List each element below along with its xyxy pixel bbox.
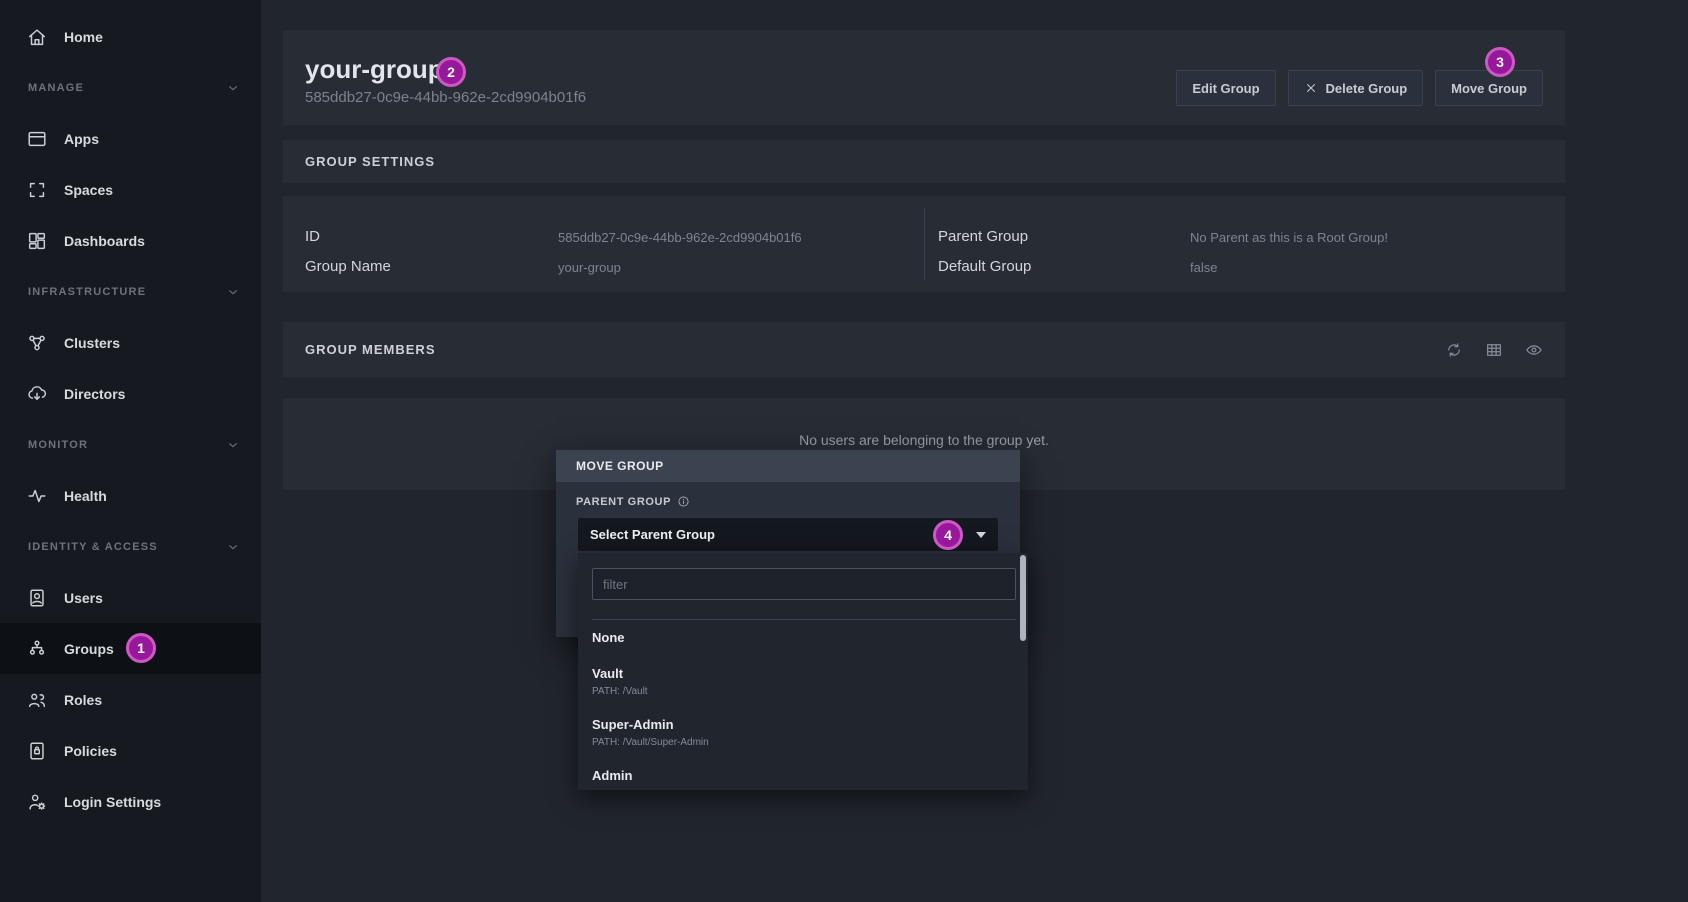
parent-group-value: No Parent as this is a Root Group! — [1190, 229, 1388, 247]
chevron-down-icon — [225, 539, 241, 555]
option-none[interactable]: None — [578, 620, 1028, 656]
app-root: Home MANAGE Apps Spaces Dashboards INFRA… — [0, 0, 1688, 902]
id-label: ID — [305, 227, 320, 247]
sidebar-item-users[interactable]: Users — [0, 572, 261, 623]
chevron-down-icon — [225, 437, 241, 453]
close-icon — [1304, 81, 1318, 95]
login-settings-icon — [26, 791, 48, 813]
group-settings-title: GROUP SETTINGS — [305, 154, 435, 169]
sidebar-item-label: Apps — [64, 131, 99, 147]
group-header-card: your-group 585ddb27-0c9e-44bb-962e-2cd99… — [283, 30, 1565, 125]
sidebar-item-label: Policies — [64, 743, 117, 759]
parent-group-dropdown: None Vault PATH: /Vault Super-Admin PATH… — [578, 553, 1028, 790]
sidebar-item-label: Directors — [64, 386, 125, 402]
sidebar-item-policies[interactable]: Policies — [0, 725, 261, 776]
sidebar-item-label: Groups — [64, 641, 114, 657]
sidebar-item-label: Health — [64, 488, 107, 504]
sidebar-section-manage[interactable]: MANAGE — [0, 62, 261, 113]
step-badge-2: 2 — [436, 57, 466, 87]
info-icon[interactable] — [677, 495, 690, 508]
settings-divider — [924, 208, 925, 280]
scrollbar-thumb[interactable] — [1020, 555, 1026, 641]
sidebar-item-roles[interactable]: Roles — [0, 674, 261, 725]
directors-icon — [26, 383, 48, 405]
id-value: 585ddb27-0c9e-44bb-962e-2cd9904b01f6 — [558, 229, 802, 247]
groups-icon — [26, 638, 48, 660]
edit-group-button[interactable]: Edit Group — [1176, 70, 1275, 106]
sidebar-item-clusters[interactable]: Clusters — [0, 317, 261, 368]
group-members-title: GROUP MEMBERS — [305, 342, 436, 357]
sidebar-section-infrastructure[interactable]: INFRASTRUCTURE — [0, 266, 261, 317]
sidebar-item-dashboards[interactable]: Dashboards — [0, 215, 261, 266]
dropdown-options: None Vault PATH: /Vault Super-Admin PATH… — [578, 620, 1028, 790]
option-admin[interactable]: Admin — [578, 758, 1028, 790]
option-super-admin[interactable]: Super-Admin PATH: /Vault/Super-Admin — [578, 707, 1028, 758]
users-icon — [26, 587, 48, 609]
chevron-down-icon — [225, 80, 241, 96]
parent-group-field-label: PARENT GROUP — [576, 495, 690, 508]
default-group-value: false — [1190, 259, 1217, 277]
default-group-label: Default Group — [938, 257, 1031, 277]
select-value: Select Parent Group — [590, 527, 715, 542]
group-id-subtitle: 585ddb27-0c9e-44bb-962e-2cd9904b01f6 — [305, 89, 586, 106]
sidebar-section-monitor[interactable]: MONITOR — [0, 419, 261, 470]
sidebar-item-directors[interactable]: Directors — [0, 368, 261, 419]
sidebar-item-health[interactable]: Health — [0, 470, 261, 521]
move-group-button[interactable]: Move Group — [1435, 70, 1543, 106]
modal-header: MOVE GROUP — [556, 450, 1020, 482]
dashboards-icon — [26, 230, 48, 252]
group-settings-header: GROUP SETTINGS — [283, 140, 1565, 183]
sidebar-item-label: Dashboards — [64, 233, 145, 249]
sidebar-item-label: Home — [64, 29, 103, 45]
sidebar-item-label: Roles — [64, 692, 102, 708]
section-label: INFRASTRUCTURE — [28, 286, 146, 298]
option-vault[interactable]: Vault PATH: /Vault — [578, 656, 1028, 707]
parent-group-label: Parent Group — [938, 227, 1028, 247]
members-toolbar — [1445, 341, 1543, 359]
empty-state-text: No users are belonging to the group yet. — [283, 398, 1565, 448]
refresh-icon[interactable] — [1445, 341, 1463, 359]
step-badge-3: 3 — [1485, 47, 1515, 77]
filter-input[interactable] — [592, 568, 1016, 600]
policies-icon — [26, 740, 48, 762]
section-label: MANAGE — [28, 82, 84, 94]
clusters-icon — [26, 332, 48, 354]
group-members-header: GROUP MEMBERS — [283, 322, 1565, 377]
sidebar-section-identity-access[interactable]: IDENTITY & ACCESS — [0, 521, 261, 572]
sidebar-item-label: Spaces — [64, 182, 113, 198]
group-name-label: Group Name — [305, 257, 391, 277]
modal-title: MOVE GROUP — [576, 459, 664, 473]
table-icon[interactable] — [1485, 341, 1503, 359]
group-settings-panel: ID 585ddb27-0c9e-44bb-962e-2cd9904b01f6 … — [283, 196, 1565, 292]
dropdown-scrollbar[interactable] — [1020, 555, 1026, 788]
roles-icon — [26, 689, 48, 711]
section-label: MONITOR — [28, 439, 88, 451]
eye-icon[interactable] — [1525, 341, 1543, 359]
sidebar-item-spaces[interactable]: Spaces — [0, 164, 261, 215]
page-title: your-group — [305, 54, 444, 85]
sidebar-item-apps[interactable]: Apps — [0, 113, 261, 164]
section-label: IDENTITY & ACCESS — [28, 541, 158, 553]
delete-group-button[interactable]: Delete Group — [1288, 70, 1424, 106]
sidebar: Home MANAGE Apps Spaces Dashboards INFRA… — [0, 0, 261, 902]
home-icon — [26, 26, 48, 48]
sidebar-item-label: Users — [64, 590, 103, 606]
chevron-down-icon — [225, 284, 241, 300]
sidebar-item-home[interactable]: Home — [0, 11, 261, 62]
sidebar-item-label: Clusters — [64, 335, 120, 351]
step-badge-1: 1 — [126, 633, 156, 663]
chevron-down-icon — [976, 532, 986, 538]
apps-icon — [26, 128, 48, 150]
sidebar-item-label: Login Settings — [64, 794, 161, 810]
spaces-icon — [26, 179, 48, 201]
sidebar-item-login-settings[interactable]: Login Settings — [0, 776, 261, 827]
header-actions: Edit Group Delete Group Move Group — [1176, 70, 1543, 106]
health-icon — [26, 485, 48, 507]
group-name-value: your-group — [558, 259, 621, 277]
step-badge-4: 4 — [933, 520, 963, 550]
